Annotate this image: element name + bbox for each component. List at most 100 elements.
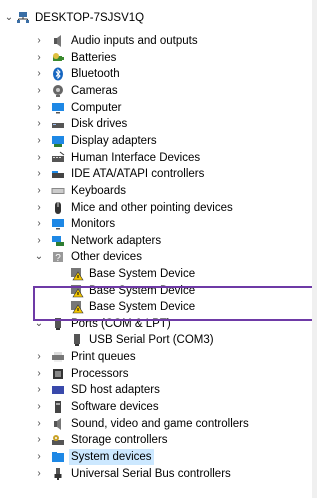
category-label: Universal Serial Bus controllers xyxy=(71,468,231,480)
camera-icon xyxy=(51,84,65,98)
device-base-system-1[interactable]: Base System Device xyxy=(0,266,317,282)
chevron-right-icon[interactable]: › xyxy=(34,216,44,232)
chevron-right-icon[interactable]: › xyxy=(34,183,44,199)
category-hid[interactable]: › Human Interface Devices xyxy=(0,150,317,166)
storage-controller-icon xyxy=(51,433,65,447)
chevron-right-icon[interactable]: › xyxy=(34,166,44,182)
category-batteries[interactable]: › Batteries xyxy=(0,50,317,66)
category-display-adapters[interactable]: › Display adapters xyxy=(0,133,317,149)
category-label: Cameras xyxy=(71,85,118,97)
display-adapter-icon xyxy=(51,134,65,148)
category-bluetooth[interactable]: › Bluetooth xyxy=(0,66,317,82)
category-label: Batteries xyxy=(71,52,117,64)
device-base-system-2[interactable]: Base System Device xyxy=(0,283,317,299)
port-icon xyxy=(51,317,65,331)
chevron-down-icon[interactable]: ⌄ xyxy=(34,249,44,265)
scrollbar[interactable] xyxy=(312,0,317,498)
category-system-devices[interactable]: › System devices xyxy=(0,449,317,465)
category-disk-drives[interactable]: › Disk drives xyxy=(0,116,317,132)
computer-tree-icon xyxy=(16,11,30,25)
category-label: Processors xyxy=(71,368,129,380)
sd-adapter-icon xyxy=(51,383,65,397)
category-cameras[interactable]: › Cameras xyxy=(0,83,317,99)
usb-icon xyxy=(51,467,65,481)
category-label: Keyboards xyxy=(71,185,126,197)
category-software-devices[interactable]: › Software devices xyxy=(0,399,317,415)
chevron-right-icon[interactable]: › xyxy=(34,466,44,482)
chevron-right-icon[interactable]: › xyxy=(34,133,44,149)
device-usb-serial-port[interactable]: USB Serial Port (COM3) xyxy=(0,332,317,348)
category-sd-host-adapters[interactable]: › SD host adapters xyxy=(0,382,317,398)
category-label: Human Interface Devices xyxy=(71,152,201,164)
category-label: Software devices xyxy=(71,401,159,413)
chevron-right-icon[interactable]: › xyxy=(34,349,44,365)
device-label: Base System Device xyxy=(89,268,196,280)
category-label: Sound, video and game controllers xyxy=(71,418,249,430)
category-label: SD host adapters xyxy=(71,384,160,396)
processor-icon xyxy=(51,367,65,381)
category-ide[interactable]: › IDE ATA/ATAPI controllers xyxy=(0,166,317,182)
category-label: Audio inputs and outputs xyxy=(71,35,198,47)
battery-icon xyxy=(51,51,65,65)
category-sound-video-game[interactable]: › Sound, video and game controllers xyxy=(0,416,317,432)
category-other-devices[interactable]: ⌄ ? Other devices xyxy=(0,249,317,265)
warning-device-icon xyxy=(70,267,84,281)
category-computer[interactable]: › Computer xyxy=(0,100,317,116)
category-label: Disk drives xyxy=(71,118,128,130)
monitor-icon xyxy=(51,217,65,231)
mouse-icon xyxy=(51,201,65,215)
device-base-system-3[interactable]: Base System Device xyxy=(0,299,317,315)
printer-icon xyxy=(51,350,65,364)
bluetooth-icon xyxy=(51,67,65,81)
category-audio[interactable]: › Audio inputs and outputs xyxy=(0,33,317,49)
speaker-icon xyxy=(51,34,65,48)
chevron-right-icon[interactable]: › xyxy=(34,382,44,398)
warning-device-icon xyxy=(70,300,84,314)
category-label: Ports (COM & LPT) xyxy=(71,318,171,330)
category-mice[interactable]: › Mice and other pointing devices xyxy=(0,200,317,216)
chevron-right-icon[interactable]: › xyxy=(34,416,44,432)
category-ports[interactable]: ⌄ Ports (COM & LPT) xyxy=(0,316,317,332)
device-label: USB Serial Port (COM3) xyxy=(89,334,214,346)
keyboard-icon xyxy=(51,184,65,198)
category-label: Network adapters xyxy=(71,235,162,247)
category-processors[interactable]: › Processors xyxy=(0,366,317,382)
chevron-right-icon[interactable]: › xyxy=(34,50,44,66)
chevron-right-icon[interactable]: › xyxy=(34,83,44,99)
chevron-right-icon[interactable]: › xyxy=(34,366,44,382)
chevron-right-icon[interactable]: › xyxy=(34,116,44,132)
category-label: Print queues xyxy=(71,351,136,363)
category-label: IDE ATA/ATAPI controllers xyxy=(71,168,205,180)
hid-icon xyxy=(51,151,65,165)
category-label: Monitors xyxy=(71,218,116,230)
category-monitors[interactable]: › Monitors xyxy=(0,216,317,232)
category-label: Other devices xyxy=(71,251,142,263)
software-device-icon xyxy=(51,400,65,414)
svg-text:?: ? xyxy=(55,253,61,264)
chevron-right-icon[interactable]: › xyxy=(34,33,44,49)
system-folder-icon xyxy=(51,450,65,464)
device-label: Base System Device xyxy=(89,285,196,297)
chevron-right-icon[interactable]: › xyxy=(34,150,44,166)
tree-root[interactable]: ⌄ DESKTOP-7SJSV1Q xyxy=(0,10,317,26)
monitor-icon xyxy=(51,101,65,115)
chevron-right-icon[interactable]: › xyxy=(34,200,44,216)
chevron-down-icon[interactable]: ⌄ xyxy=(34,316,44,332)
category-network-adapters[interactable]: › Network adapters xyxy=(0,233,317,249)
category-label: Computer xyxy=(71,102,122,114)
chevron-down-icon[interactable]: ⌄ xyxy=(4,10,14,26)
disk-drive-icon xyxy=(51,117,65,131)
category-usb-controllers[interactable]: › Universal Serial Bus controllers xyxy=(0,466,317,482)
speaker-icon xyxy=(51,417,65,431)
chevron-right-icon[interactable]: › xyxy=(34,432,44,448)
category-storage-controllers[interactable]: › Storage controllers xyxy=(0,432,317,448)
network-adapter-icon xyxy=(51,234,65,248)
category-keyboards[interactable]: › Keyboards xyxy=(0,183,317,199)
chevron-right-icon[interactable]: › xyxy=(34,449,44,465)
chevron-right-icon[interactable]: › xyxy=(34,399,44,415)
category-label: Bluetooth xyxy=(71,68,120,80)
chevron-right-icon[interactable]: › xyxy=(34,66,44,82)
chevron-right-icon[interactable]: › xyxy=(34,100,44,116)
category-print-queues[interactable]: › Print queues xyxy=(0,349,317,365)
chevron-right-icon[interactable]: › xyxy=(34,233,44,249)
